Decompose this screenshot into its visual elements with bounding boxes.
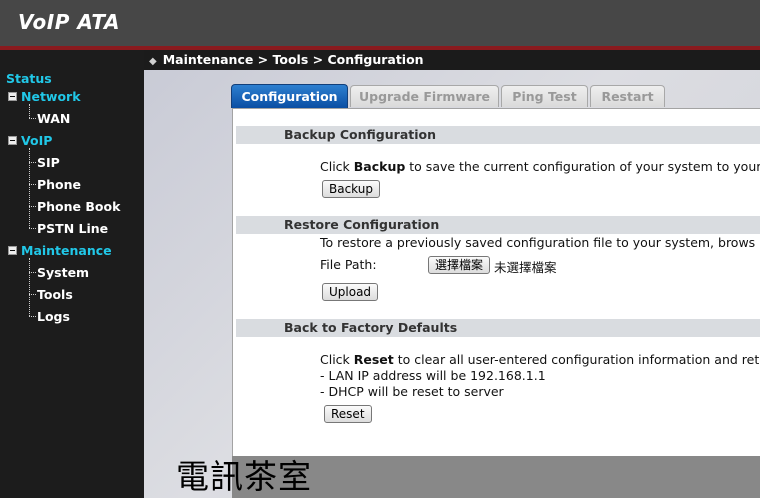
sidebar-item-status[interactable]: Status xyxy=(6,71,52,86)
sidebar-item-phone-book[interactable]: Phone Book xyxy=(37,199,120,214)
tree-line xyxy=(29,294,36,295)
tree-line xyxy=(29,272,36,273)
tab-upgrade-firmware[interactable]: Upgrade Firmware xyxy=(350,85,499,107)
tab-configuration[interactable]: Configuration xyxy=(231,84,348,108)
factory-note-dhcp: - DHCP will be reset to server xyxy=(320,384,504,399)
restore-section-header: Restore Configuration xyxy=(236,216,760,234)
tree-line xyxy=(29,206,36,207)
tree-line xyxy=(29,228,36,229)
sidebar-item-tools[interactable]: Tools xyxy=(37,287,73,302)
app-header: VoIP ATA xyxy=(0,0,760,46)
upload-button[interactable]: Upload xyxy=(322,283,379,301)
tree-line xyxy=(29,118,36,119)
sidebar-item-network[interactable]: Network xyxy=(21,89,81,104)
collapse-icon[interactable] xyxy=(8,92,17,101)
sidebar-item-pstn-line[interactable]: PSTN Line xyxy=(37,221,108,236)
breadcrumb-text: Maintenance > Tools > Configuration xyxy=(162,52,424,67)
collapse-icon[interactable] xyxy=(8,246,17,255)
factory-description: Click Reset to clear all user-entered co… xyxy=(320,352,760,367)
tree-line xyxy=(29,104,30,118)
sidebar-item-sip[interactable]: SIP xyxy=(37,155,60,170)
watermark: 電訊茶室 xyxy=(176,457,312,496)
restore-section-title: Restore Configuration xyxy=(284,217,440,232)
tree-line xyxy=(29,162,36,163)
tree-line xyxy=(29,316,36,317)
backup-section-title: Backup Configuration xyxy=(284,127,437,142)
sidebar-item-voip[interactable]: VoIP xyxy=(21,133,52,148)
no-file-chosen-text: 未選擇檔案 xyxy=(494,260,557,275)
tab-ping-test[interactable]: Ping Test xyxy=(501,85,588,107)
backup-description: Click Backup to save the current configu… xyxy=(320,159,760,174)
breadcrumb-diamond-icon: ◆ xyxy=(149,56,157,67)
tree-line xyxy=(29,148,30,228)
tree-line xyxy=(29,258,30,316)
backup-button[interactable]: Backup xyxy=(322,180,380,198)
factory-section-header: Back to Factory Defaults xyxy=(236,319,760,337)
file-path-label: File Path: xyxy=(320,257,377,272)
choose-file-button[interactable]: 選擇檔案 xyxy=(428,256,491,274)
sidebar-item-system[interactable]: System xyxy=(37,265,89,280)
reset-button[interactable]: Reset xyxy=(324,405,372,423)
tree-line xyxy=(29,184,36,185)
factory-section-title: Back to Factory Defaults xyxy=(284,320,458,335)
breadcrumb: ◆ Maintenance > Tools > Configuration xyxy=(144,50,760,70)
factory-note-lan-ip: - LAN IP address will be 192.168.1.1 xyxy=(320,368,546,383)
backup-section-header: Backup Configuration xyxy=(236,126,760,144)
sidebar-item-phone[interactable]: Phone xyxy=(37,177,81,192)
app-title: VoIP ATA xyxy=(18,10,120,34)
collapse-icon[interactable] xyxy=(8,136,17,145)
restore-description: To restore a previously saved configurat… xyxy=(320,235,756,250)
sidebar-item-maintenance[interactable]: Maintenance xyxy=(21,243,112,258)
tab-restart[interactable]: Restart xyxy=(590,85,665,107)
sidebar-item-wan[interactable]: WAN xyxy=(37,111,70,126)
sidebar-item-logs[interactable]: Logs xyxy=(37,309,70,324)
